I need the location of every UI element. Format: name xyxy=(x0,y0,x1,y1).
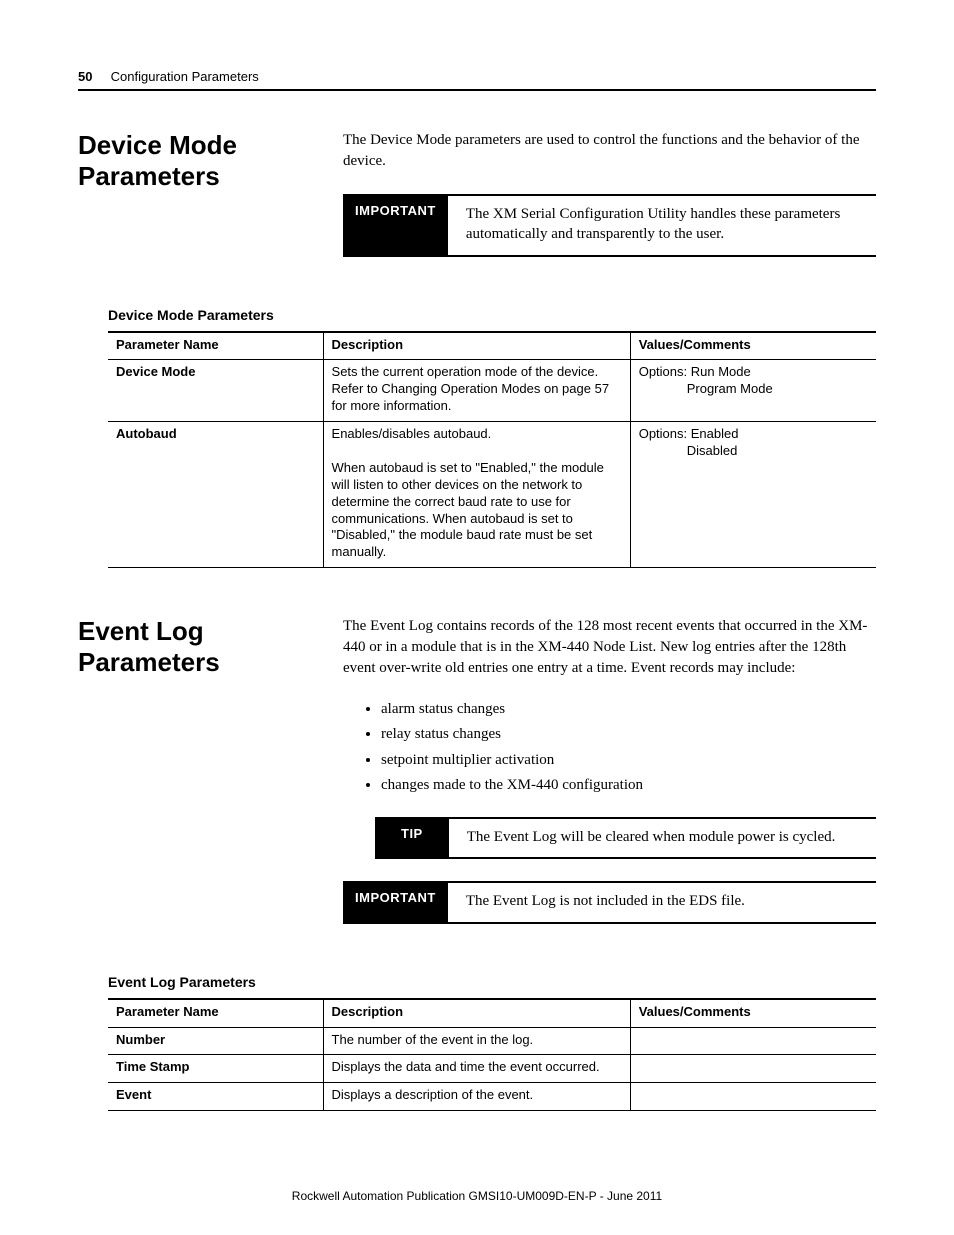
col-parameter-name: Parameter Name xyxy=(108,999,323,1027)
table-row: Number The number of the event in the lo… xyxy=(108,1027,876,1055)
table-row: Autobaud Enables/disables autobaud. When… xyxy=(108,422,876,568)
important-text: The XM Serial Configuration Utility hand… xyxy=(448,196,876,255)
section-title-device-mode: Device Mode Parameters xyxy=(78,130,343,279)
param-values: Options: Enabled Disabled xyxy=(630,422,876,568)
param-values xyxy=(630,1083,876,1111)
param-desc: Sets the current operation mode of the d… xyxy=(323,360,630,422)
param-desc: Displays the data and time the event occ… xyxy=(323,1055,630,1083)
device-mode-table: Parameter Name Description Values/Commen… xyxy=(108,331,876,569)
param-desc: Displays a description of the event. xyxy=(323,1083,630,1111)
important-callout: IMPORTANT The XM Serial Configuration Ut… xyxy=(343,194,876,257)
section-title-event-log: Event Log Parameters xyxy=(78,616,343,946)
tip-text: The Event Log will be cleared when modul… xyxy=(449,819,876,857)
table-header-row: Parameter Name Description Values/Commen… xyxy=(108,999,876,1027)
param-desc: Enables/disables autobaud. When autobaud… xyxy=(323,422,630,568)
important-callout-2: IMPORTANT The Event Log is not included … xyxy=(343,881,876,923)
list-item: relay status changes xyxy=(381,724,876,744)
table-caption-2: Event Log Parameters xyxy=(108,974,876,990)
param-values xyxy=(630,1055,876,1083)
tip-callout: TIP The Event Log will be cleared when m… xyxy=(375,817,876,859)
page-number: 50 xyxy=(78,69,92,84)
important-label: IMPORTANT xyxy=(343,883,448,921)
list-item: setpoint multiplier activation xyxy=(381,750,876,770)
param-values: Options: Run Mode Program Mode xyxy=(630,360,876,422)
param-name: Time Stamp xyxy=(108,1055,323,1083)
table-row: Time Stamp Displays the data and time th… xyxy=(108,1055,876,1083)
col-values: Values/Comments xyxy=(630,999,876,1027)
event-log-table: Parameter Name Description Values/Commen… xyxy=(108,998,876,1112)
section-intro: The Device Mode parameters are used to c… xyxy=(343,130,876,172)
col-description: Description xyxy=(323,999,630,1027)
page-footer: Rockwell Automation Publication GMSI10-U… xyxy=(0,1189,954,1203)
param-name: Device Mode xyxy=(108,360,323,422)
table-row: Device Mode Sets the current operation m… xyxy=(108,360,876,422)
list-item: changes made to the XM-440 configuration xyxy=(381,775,876,795)
section-device-mode: Device Mode Parameters The Device Mode p… xyxy=(78,130,876,279)
table-header-row: Parameter Name Description Values/Commen… xyxy=(108,332,876,360)
bullet-list: alarm status changes relay status change… xyxy=(381,699,876,795)
section-intro: The Event Log contains records of the 12… xyxy=(343,616,876,679)
page-header: 50 Configuration Parameters xyxy=(78,68,876,91)
col-description: Description xyxy=(323,332,630,360)
col-values: Values/Comments xyxy=(630,332,876,360)
important-label: IMPORTANT xyxy=(343,196,448,255)
section-event-log: Event Log Parameters The Event Log conta… xyxy=(78,616,876,946)
col-parameter-name: Parameter Name xyxy=(108,332,323,360)
param-desc: The number of the event in the log. xyxy=(323,1027,630,1055)
important-text: The Event Log is not included in the EDS… xyxy=(448,883,876,921)
param-name: Event xyxy=(108,1083,323,1111)
list-item: alarm status changes xyxy=(381,699,876,719)
param-values xyxy=(630,1027,876,1055)
tip-label: TIP xyxy=(375,819,449,857)
table-row: Event Displays a description of the even… xyxy=(108,1083,876,1111)
param-name: Autobaud xyxy=(108,422,323,568)
chapter-title: Configuration Parameters xyxy=(111,69,259,84)
table-caption-1: Device Mode Parameters xyxy=(108,307,876,323)
param-name: Number xyxy=(108,1027,323,1055)
